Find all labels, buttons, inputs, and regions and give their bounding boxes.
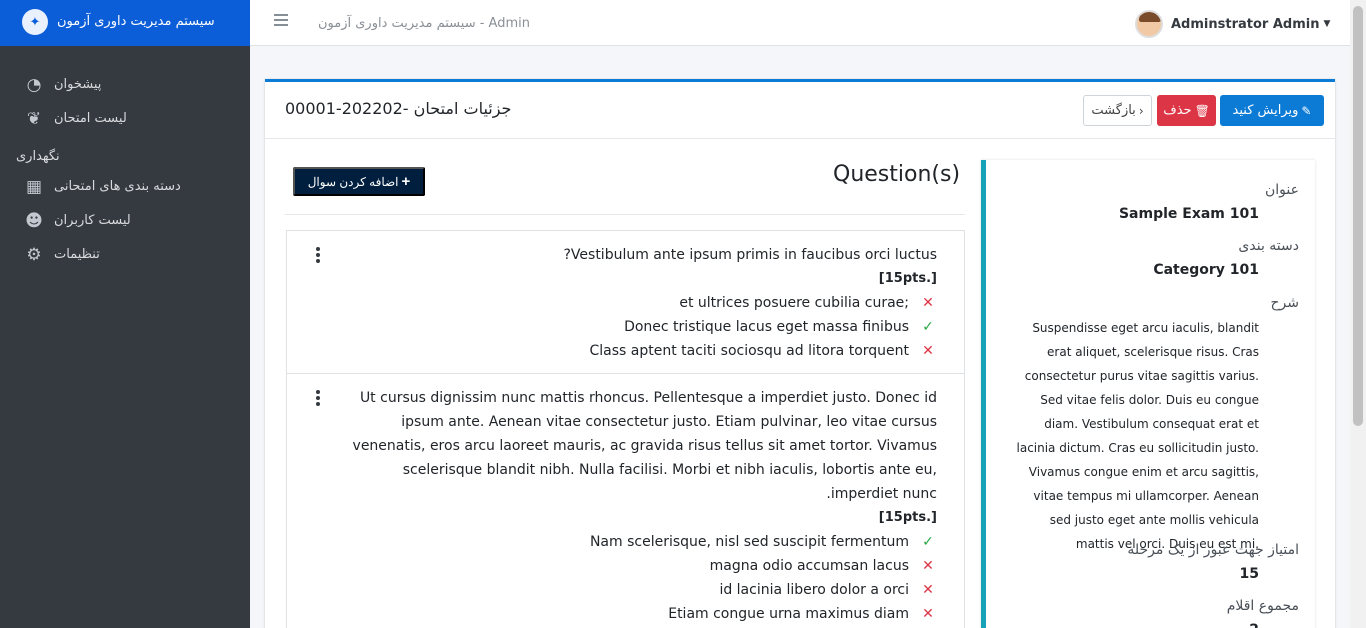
scrollbar-thumb[interactable] (1353, 6, 1363, 426)
back-button-label: بازگشت (1091, 103, 1136, 118)
navbar-title: سیستم مدیریت داوری آزمون - Admin (318, 16, 530, 31)
divider (285, 214, 965, 215)
sidebar-item-label: دسته بندی های امتحانی (54, 179, 181, 194)
option-text: Nam scelerisque, nisl sed suscipit ferme… (589, 534, 909, 550)
question-points: [.15pts] (878, 510, 937, 525)
question-item: Vestibulum ante ipsum primis in faucibus… (287, 231, 964, 374)
cross-icon: ✕ (922, 558, 934, 574)
exam-details-card: جزئیات امتحان -202202-00001 ‹ بازگشت 🗑 ح… (265, 79, 1335, 628)
feather-icon: ❦ (26, 109, 42, 129)
sidebar-item-label: پیشخوان (54, 77, 102, 92)
sidebar: ✦ سیستم مدیریت داوری آزمون ◔ پیشخوان ❦ ل… (0, 0, 250, 628)
user-menu[interactable]: Adminstrator Admin ▼ (1135, 10, 1330, 38)
menu-toggle-icon[interactable] (274, 14, 288, 26)
trash-icon: 🗑 (1194, 103, 1210, 118)
brand-link[interactable]: ✦ سیستم مدیریت داوری آزمون (0, 0, 250, 46)
option-text: id lacinia libero dolor a orci (719, 582, 909, 598)
sidebar-section-header: نگهداری (0, 136, 250, 170)
sidebar-item-categories[interactable]: ▦ دسته بندی های امتحانی (0, 170, 250, 204)
brand-title: سیستم مدیریت داوری آزمون (57, 14, 215, 29)
option-text: magna odio accumsan lacus (709, 558, 909, 574)
description-label: شرح (1270, 295, 1300, 311)
answer-option: Class aptent taciti sociosqu ad litora t… (333, 339, 937, 363)
title-label: عنوان (1265, 182, 1299, 198)
check-icon: ✓ (922, 319, 934, 335)
table-icon: ▦ (25, 177, 43, 197)
sidebar-item-dashboard[interactable]: ◔ پیشخوان (0, 68, 250, 102)
questions-heading: Question(s) (833, 162, 961, 187)
edit-button[interactable]: ✎ ویرایش کنید (1220, 95, 1324, 126)
page-scrollbar[interactable] (1350, 0, 1366, 628)
passing-score-value: 15 (1239, 566, 1259, 582)
cross-icon: ✕ (922, 295, 934, 311)
sidebar-item-settings[interactable]: ⚙ تنظیمات (0, 238, 250, 272)
description-value: Suspendisse eget arcu iaculis, blandit e… (1016, 321, 1260, 551)
check-icon: ✓ (922, 534, 934, 550)
answer-option: id lacinia libero dolor a orci ✕ (333, 578, 937, 602)
add-question-label: اضافه کردن سوال (307, 174, 399, 189)
option-text: Class aptent taciti sociosqu ad litora t… (589, 343, 910, 359)
sidebar-item-label: لیست امتحان (54, 111, 127, 126)
category-label: دسته بندی (1238, 238, 1299, 254)
exam-info-panel: عنوان Sample Exam 101 دسته بندی Category… (981, 160, 1315, 628)
question-item: Ut cursus dignissim nunc mattis rhoncus.… (287, 374, 964, 628)
card-header: جزئیات امتحان -202202-00001 ‹ بازگشت 🗑 ح… (265, 82, 1335, 139)
sidebar-item-exam-list[interactable]: ❦ لیست امتحان (0, 102, 250, 136)
page-title: جزئیات امتحان -202202-00001 (285, 99, 512, 118)
delete-button[interactable]: 🗑 حذف (1157, 95, 1216, 126)
answer-option: Donec tristique lacus eget massa finibus… (333, 315, 937, 339)
brand-logo-icon: ✦ (22, 9, 48, 35)
passing-score-label: امتیاز جهت عبور از یک مرحله (1127, 542, 1299, 558)
answer-option: et ultrices posuere cubilia curae; ✕ (333, 291, 937, 315)
edit-icon: ✎ (1301, 103, 1312, 118)
option-text: et ultrices posuere cubilia curae; (679, 295, 909, 311)
question-text: Ut cursus dignissim nunc mattis rhoncus.… (352, 390, 937, 502)
category-value: Category 101 (1153, 262, 1259, 278)
option-text: Etiam congue urna maximus diam (668, 606, 909, 622)
avatar (1135, 10, 1163, 38)
sidebar-item-label: تنظیمات (54, 247, 100, 262)
answer-option: Nam scelerisque, nisl sed suscipit ferme… (333, 530, 937, 554)
option-text: Donec tristique lacus eget massa finibus (624, 319, 909, 335)
total-items-label: مجموع اقلام (1226, 598, 1299, 614)
edit-button-label: ویرایش کنید (1232, 103, 1299, 118)
user-name: Adminstrator Admin (1171, 16, 1320, 32)
add-question-button[interactable]: + اضافه کردن سوال (293, 167, 425, 196)
question-points: [.15pts] (878, 271, 937, 286)
gears-icon: ⚙ (26, 245, 42, 265)
back-button[interactable]: ‹ بازگشت (1083, 95, 1152, 126)
answer-option: Etiam congue urna maximus diam ✕ (333, 602, 937, 626)
dashboard-icon: ◔ (26, 75, 42, 95)
section-header-label: نگهداری (16, 149, 60, 164)
cross-icon: ✕ (922, 606, 934, 622)
question-text: Vestibulum ante ipsum primis in faucibus… (563, 247, 937, 263)
questions-panel: Question(s) + اضافه کردن سوال Vestibulum… (285, 160, 965, 628)
plus-icon: + (401, 173, 411, 190)
caret-down-icon: ▼ (1323, 19, 1331, 29)
sidebar-item-label: لیست کاربران (54, 213, 131, 228)
title-value: Sample Exam 101 (1118, 206, 1259, 222)
users-icon: ☻ (25, 211, 43, 231)
cross-icon: ✕ (922, 582, 934, 598)
chevron-left-icon: ‹ (1138, 103, 1144, 118)
top-navbar: سیستم مدیریت داوری آزمون - Admin Adminst… (250, 0, 1350, 46)
kebab-menu-icon[interactable] (316, 390, 320, 408)
kebab-menu-icon[interactable] (316, 247, 320, 265)
cross-icon: ✕ (922, 343, 934, 359)
sidebar-nav: ◔ پیشخوان ❦ لیست امتحان نگهداری ▦ دسته ب… (0, 68, 250, 272)
delete-button-label: حذف (1163, 103, 1192, 118)
total-items-value: 2 (1249, 622, 1259, 628)
answer-option: magna odio accumsan lacus ✕ (333, 554, 937, 578)
question-list: Vestibulum ante ipsum primis in faucibus… (286, 230, 965, 628)
sidebar-item-users[interactable]: ☻ لیست کاربران (0, 204, 250, 238)
